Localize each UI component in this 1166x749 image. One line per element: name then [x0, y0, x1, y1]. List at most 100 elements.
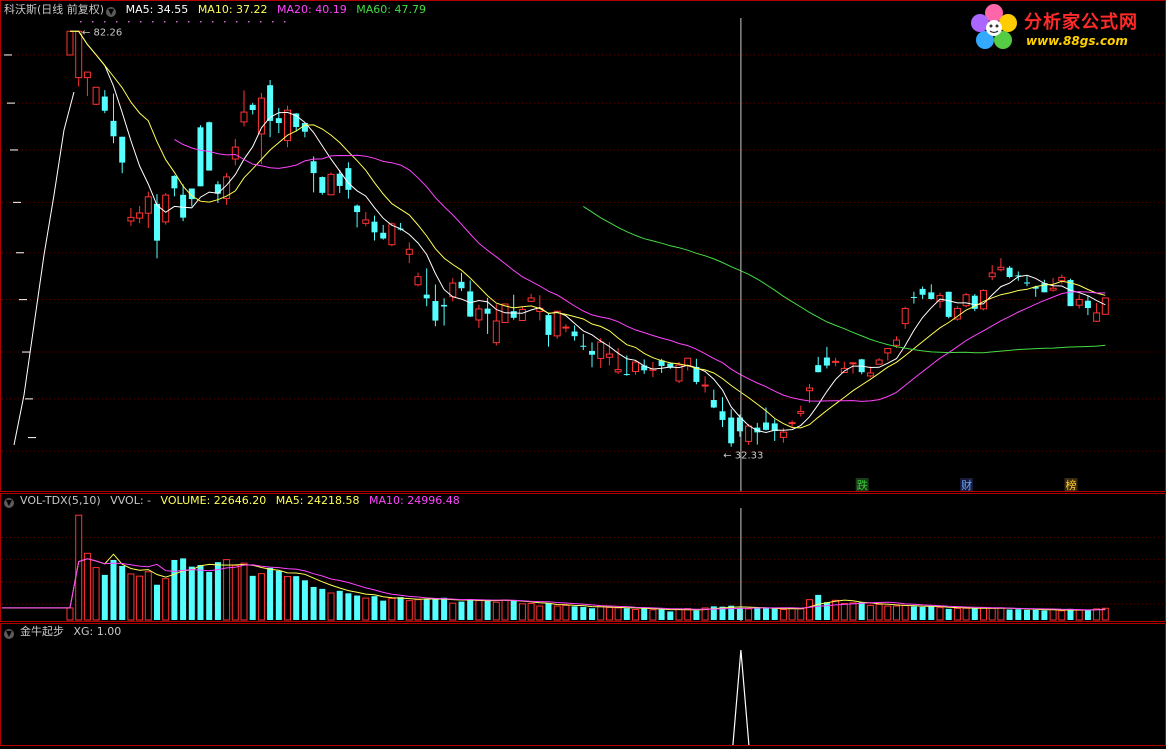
main-header: 科沃斯(日线 前复权) ▼ MA5: 34.55 MA10: 37.22 MA20… — [4, 3, 432, 17]
volume-bar — [553, 605, 561, 621]
volume-bar — [362, 597, 370, 621]
volume-bar — [1049, 609, 1057, 621]
candle-body — [518, 309, 526, 321]
volume-bar — [75, 514, 83, 621]
main-panel-border — [0, 0, 1166, 492]
top-dot — [140, 21, 142, 23]
volume-bar — [197, 565, 204, 620]
volume-bar — [92, 567, 100, 621]
volume-bar — [1058, 610, 1066, 621]
volume-bar — [492, 601, 500, 621]
volume-bar — [832, 599, 840, 621]
candle-body — [719, 411, 726, 420]
candle-body — [614, 369, 622, 373]
candle-body — [101, 96, 108, 111]
volume-bar — [206, 572, 213, 620]
top-dot — [248, 21, 250, 23]
candle-body — [580, 345, 587, 347]
volume-bar — [997, 607, 1005, 621]
volume-bar — [110, 559, 117, 620]
volume-bar — [849, 602, 857, 621]
volume-bar — [953, 608, 961, 621]
volume-bar — [658, 609, 665, 620]
volume-bar — [231, 564, 239, 621]
candle-body — [945, 291, 952, 317]
candle-body — [380, 232, 387, 239]
ma60-label: MA60: 47.79 — [356, 3, 426, 16]
volume-bar — [327, 592, 335, 621]
candle-body — [136, 212, 144, 219]
candle-body — [345, 168, 352, 190]
volume-bar — [267, 567, 274, 620]
volume-bar — [875, 603, 883, 621]
volume-bar — [397, 597, 404, 620]
vvol-label: VVOL: - — [110, 494, 152, 507]
ma10-label: MA10: 37.22 — [197, 3, 268, 16]
volume-bar — [745, 608, 753, 621]
candle-body — [75, 30, 83, 79]
volume-bar — [1032, 609, 1039, 620]
volume-bar — [101, 574, 108, 620]
candle-body — [310, 161, 317, 174]
candle-body — [605, 353, 613, 358]
volume-bar — [1006, 609, 1013, 620]
volume-bar — [936, 607, 944, 621]
vol-indicator-name[interactable]: VOL-TDX(5,10) — [20, 494, 101, 507]
candle-body — [763, 422, 769, 430]
xg-value: XG: 1.00 — [73, 625, 122, 638]
dropdown-icon[interactable]: ▼ — [4, 629, 14, 639]
volume-bar — [815, 594, 822, 620]
volume-bar — [893, 605, 900, 621]
volume-bar — [154, 584, 160, 620]
price-grid — [2, 21, 1164, 452]
candle-body — [710, 400, 717, 408]
volume-bar — [275, 570, 282, 620]
volume-bar — [336, 590, 343, 620]
volume-bar — [1041, 610, 1048, 620]
top-dot — [128, 21, 130, 23]
candle-body — [336, 173, 343, 186]
candle-body — [467, 291, 474, 317]
logo-url[interactable]: www.88gs.com — [1026, 34, 1128, 48]
candle-body — [553, 310, 561, 337]
stock-chart-svg[interactable]: ← 82.26 ← 32.33 跌 财 榜 — [0, 0, 1166, 746]
volume-bar — [763, 608, 769, 620]
signal-indicator-name[interactable]: 金牛起步 — [20, 625, 64, 638]
chart-stage: ← 82.26 ← 32.33 跌财榜 科沃斯(日线 前复权) ▼ MA5: 34.5… — [0, 0, 1166, 746]
candle-body — [728, 417, 735, 444]
candle-body — [623, 374, 630, 376]
candle-body — [214, 184, 221, 194]
volume-bar — [571, 606, 578, 620]
candle-body — [980, 290, 987, 310]
candle-body — [806, 387, 813, 392]
candle-body — [492, 320, 500, 344]
volume-bar — [249, 575, 256, 620]
volume-bar — [180, 558, 187, 620]
volume-bar — [301, 580, 308, 620]
candle-body — [815, 365, 822, 373]
ma5-line — [70, 30, 1106, 434]
flower-icon — [971, 4, 1017, 49]
ma10-line — [70, 30, 1106, 429]
candle-body — [110, 120, 117, 137]
volume-bar — [510, 599, 517, 620]
candle-body — [589, 350, 595, 355]
candle-body — [779, 431, 787, 438]
volume-value: VOLUME: 22646.20 — [160, 494, 267, 507]
volume-bar — [371, 596, 378, 620]
signal-panel-border — [0, 623, 1166, 746]
volume-bar — [597, 606, 605, 621]
dropdown-icon[interactable]: ▼ — [4, 498, 14, 508]
stock-title[interactable]: 科沃斯(日线 前复权) — [4, 3, 104, 16]
candle-body — [901, 307, 909, 325]
volume-bar — [562, 604, 570, 621]
volume-bar — [962, 607, 970, 621]
candle-body — [788, 422, 796, 425]
dropdown-icon[interactable]: ▼ — [106, 7, 117, 17]
volume-bar — [127, 573, 135, 621]
candle-body — [231, 146, 239, 160]
signal-header: ▼ 金牛起步 XG: 1.00 — [4, 625, 127, 639]
volume-bar — [1084, 610, 1091, 620]
volume-bar — [162, 578, 170, 621]
volume-bar — [641, 607, 648, 620]
